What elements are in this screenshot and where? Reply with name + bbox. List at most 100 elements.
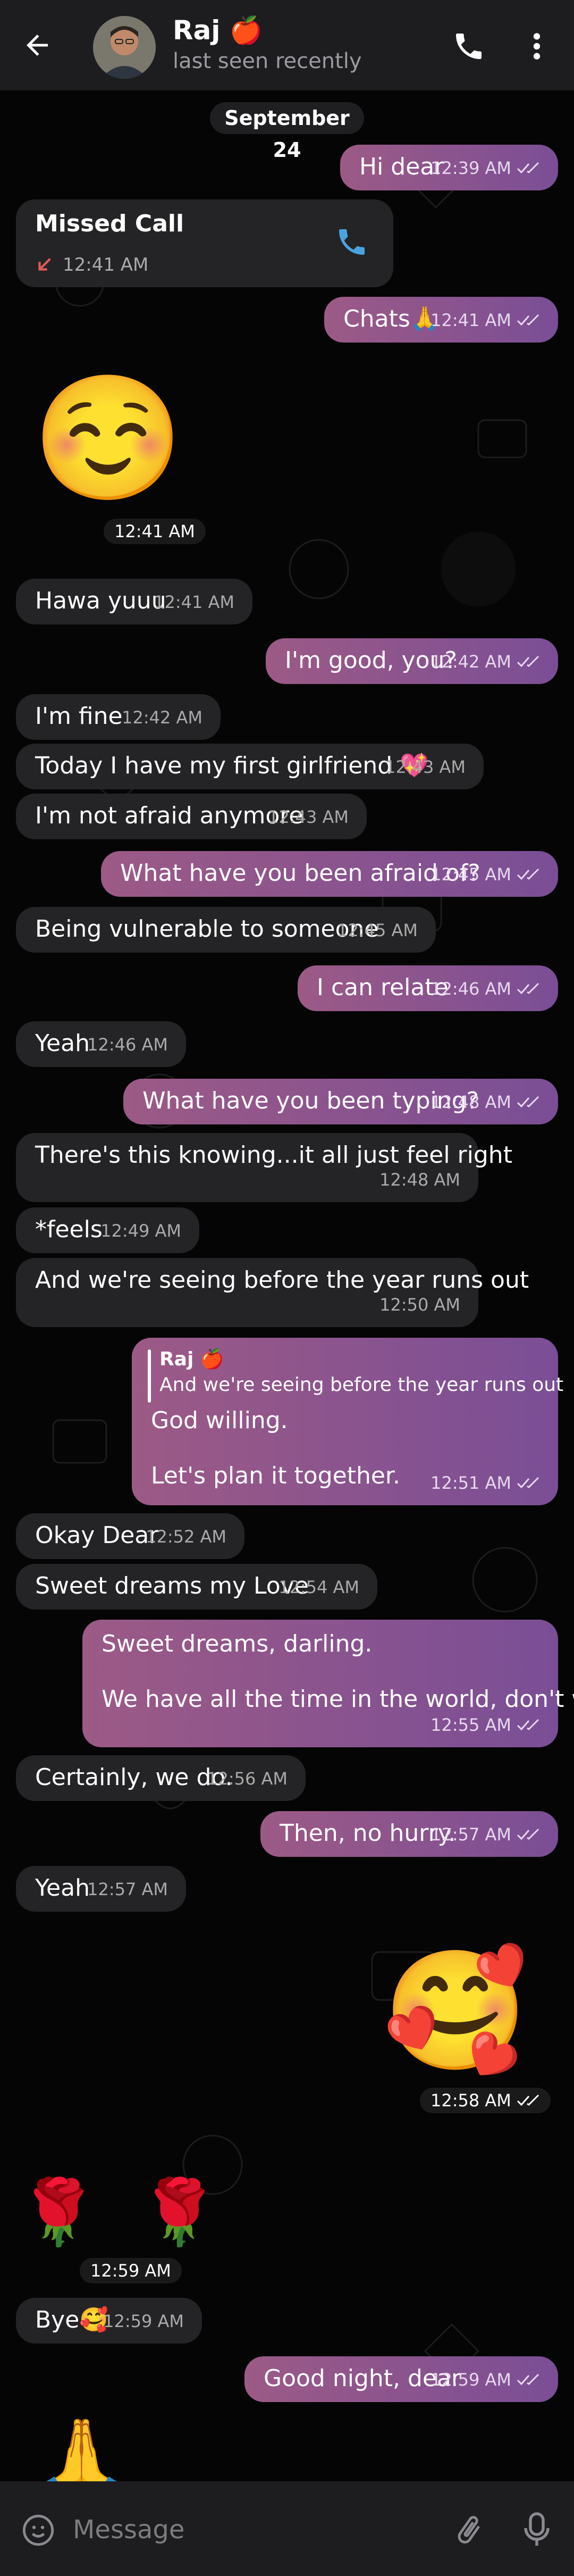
message-text: What have you been afraid of? (120, 860, 480, 887)
message-time: 12:43 AM (385, 757, 466, 777)
missed-call-arrow-icon (38, 258, 51, 271)
message-time: 12:57 AM (430, 1824, 511, 1845)
message-bubble[interactable]: I'm not afraid anymore 12:43 AM (16, 794, 367, 839)
message-meta: 12:46 AM (430, 974, 540, 1004)
date-separator: September 24 (210, 102, 364, 162)
message-text: Today I have my first girlfriend 💖 (35, 752, 429, 779)
message-bubble[interactable]: I'm fine 12:42 AM (16, 694, 221, 740)
message-input[interactable] (72, 2508, 435, 2552)
message-bubble[interactable]: Chats🙏 12:41 AM (324, 297, 558, 343)
message-bubble[interactable]: I can relate 12:46 AM (298, 965, 558, 1011)
double-check-icon (517, 1719, 539, 1731)
double-check-icon (517, 2373, 539, 2386)
chat-history[interactable]: September 24 Hi dear 12:39 AM Missed Cal… (0, 90, 574, 2481)
back-arrow-icon[interactable] (21, 29, 53, 61)
message-time: 12:55 AM (430, 1715, 511, 1735)
message-bubble[interactable]: Okay Dear 12:52 AM (16, 1513, 244, 1559)
message-bubble[interactable]: Certainly, we do. 12:56 AM (16, 1755, 306, 1801)
emoji-sticker[interactable]: 🌹 🌹 (19, 2175, 230, 2250)
reply-message-bubble[interactable]: Raj 🍎 And we're seeing before the year r… (132, 1338, 563, 1505)
emoji-sticker[interactable]: 🥰 (383, 1941, 528, 2080)
message-text: Yeah (35, 1874, 90, 1902)
message-time: 12:51 AM (430, 1473, 511, 1493)
message-bubble[interactable]: Hawa yuuu 12:41 AM (16, 579, 252, 624)
message-bubble[interactable]: Sweet dreams my Love 12:54 AM (16, 1564, 377, 1610)
message-meta: 12:42 AM (430, 647, 540, 677)
message-time: 12:59 AM (430, 2370, 511, 2390)
message-text: Bye🥰 (35, 2306, 109, 2333)
message-bubble[interactable]: Bye🥰 12:59 AM (16, 2298, 202, 2344)
message-meta: 12:50 AM (379, 1290, 460, 1320)
message-time: 12:56 AM (207, 1769, 288, 1789)
contact-status: last seen recently (173, 49, 362, 73)
message-bubble[interactable]: Good night, dear 12:59 AM (244, 2356, 558, 2402)
emoji-sticker[interactable]: ☺️ (32, 370, 184, 508)
message-meta: 12:46 AM (87, 1030, 168, 1060)
message-meta: 12:41 AM (430, 305, 540, 335)
message-meta: 12:48 AM (379, 1165, 460, 1195)
message-meta: 12:49 AM (100, 1216, 181, 1246)
contact-name[interactable]: Raj 🍎 (173, 15, 263, 46)
message-composer (0, 2481, 574, 2576)
message-text: *feels (35, 1216, 103, 1243)
message-text: I'm fine (35, 703, 123, 730)
sticker-time: 12:59 AM (80, 2258, 182, 2283)
chat-header: Raj 🍎 last seen recently (0, 0, 574, 90)
more-vert-icon[interactable] (526, 29, 547, 63)
double-check-icon (517, 2094, 539, 2106)
message-bubble[interactable]: I'm good, you? 12:42 AM (266, 638, 558, 684)
message-text: I'm not afraid anymore (35, 802, 303, 829)
message-bubble[interactable]: Sweet dreams, darling. We have all the t… (82, 1620, 574, 1747)
message-text: Certainly, we do. (35, 1764, 233, 1791)
phone-icon[interactable] (452, 29, 486, 63)
message-time: 12:41 AM (114, 521, 195, 541)
message-time: 12:46 AM (430, 979, 511, 999)
microphone-icon[interactable] (524, 2511, 550, 2549)
sticker-time: 12:58 AM (420, 2088, 551, 2113)
message-time: 12:52 AM (146, 1527, 226, 1547)
message-time: 12:57 AM (87, 1879, 168, 1899)
double-check-icon (517, 1477, 539, 1489)
message-time: 12:59 AM (90, 2261, 171, 2281)
message-time: 12:39 AM (430, 158, 511, 178)
message-bubble[interactable]: Being vulnerable to someone 12:45 AM (16, 907, 436, 953)
message-bubble[interactable]: Yeah 12:57 AM (16, 1866, 186, 1912)
message-bubble[interactable]: Today I have my first girlfriend 💖 12:43… (16, 744, 484, 789)
message-time: 12:48 AM (430, 1092, 511, 1112)
message-time: 12:42 AM (122, 707, 202, 728)
message-meta: 12:43 AM (268, 802, 349, 832)
message-bubble[interactable]: *feels 12:49 AM (16, 1207, 199, 1253)
message-bubble[interactable]: What have you been afraid of? 12:45 AM (101, 851, 558, 897)
paperclip-icon[interactable] (452, 2511, 486, 2549)
message-text: Sweet dreams, darling. (102, 1630, 373, 1657)
message-bubble[interactable]: What have you been typing? 12:48 AM (123, 1079, 558, 1124)
message-meta: 12:43 AM (385, 752, 466, 782)
message-text: Let's plan it together. (151, 1462, 400, 1489)
message-meta: 12:56 AM (207, 1764, 288, 1794)
message-time: 12:45 AM (337, 920, 418, 940)
message-meta: 12:59 AM (430, 2365, 540, 2395)
message-meta: 12:39 AM (430, 153, 540, 183)
message-meta: 12:59 AM (103, 2306, 184, 2336)
message-meta: 12:55 AM (430, 1710, 540, 1740)
message-bubble[interactable]: Then, no hurry. 12:57 AM (260, 1811, 558, 1857)
message-time: 12:59 AM (103, 2311, 184, 2331)
message-text: Chats🙏 (343, 305, 440, 332)
message-time: 12:41 AM (430, 310, 511, 330)
message-text: Yeah (35, 1030, 90, 1057)
message-time: 12:42 AM (430, 652, 511, 672)
message-bubble[interactable]: Yeah 12:46 AM (16, 1021, 186, 1067)
emoji-sticker[interactable]: 🙏 (32, 2415, 131, 2481)
avatar[interactable] (93, 16, 156, 79)
message-time: 12:50 AM (379, 1295, 460, 1315)
message-bubble[interactable]: Hi dear 12:39 AM (340, 145, 558, 190)
message-time: 12:58 AM (430, 2090, 511, 2111)
message-meta: 12:45 AM (337, 915, 418, 945)
message-bubble[interactable]: There's this knowing...it all just feel … (16, 1133, 512, 1202)
message-bubble[interactable]: And we're seeing before the year runs ou… (16, 1258, 529, 1327)
missed-call-bubble[interactable]: Missed Call 12:41 AM (16, 199, 393, 287)
message-time: 12:49 AM (100, 1221, 181, 1241)
call-back-icon[interactable] (335, 225, 369, 266)
message-meta: 12:57 AM (87, 1874, 168, 1904)
emoji-icon[interactable] (21, 2513, 55, 2547)
